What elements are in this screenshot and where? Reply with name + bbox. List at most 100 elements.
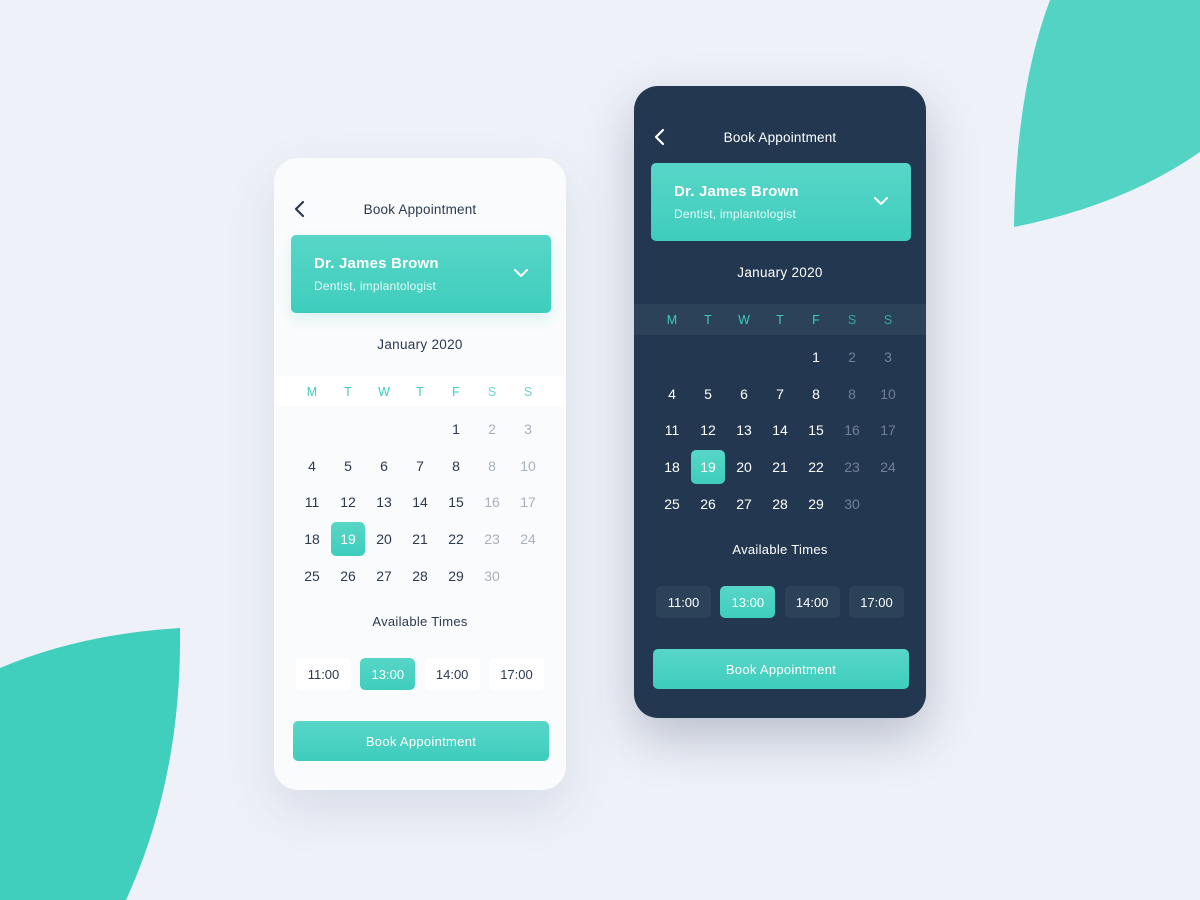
calendar-day[interactable]: 4 bbox=[294, 448, 330, 485]
calendar-day[interactable]: 14 bbox=[762, 412, 798, 449]
calendar-day[interactable]: 25 bbox=[294, 557, 330, 594]
time-slot[interactable]: 17:00 bbox=[848, 586, 904, 618]
calendar-day[interactable]: 8 bbox=[798, 376, 834, 413]
day-number: 6 bbox=[380, 457, 388, 474]
calendar-day[interactable]: 8 bbox=[438, 448, 474, 485]
day-number: 16 bbox=[484, 494, 500, 511]
calendar-day[interactable]: 22 bbox=[438, 521, 474, 558]
calendar-day[interactable]: 22 bbox=[798, 449, 834, 486]
doctor-name: Dr. James Brown bbox=[674, 183, 799, 200]
time-slot-selected[interactable]: 13:00 bbox=[720, 586, 776, 618]
calendar-day[interactable]: 28 bbox=[762, 485, 798, 522]
day-number: 10 bbox=[520, 457, 536, 474]
time-slot[interactable]: 14:00 bbox=[424, 658, 480, 690]
day-number: 28 bbox=[772, 495, 788, 512]
day-number: 11 bbox=[664, 422, 680, 439]
chevron-left-icon[interactable] bbox=[290, 199, 310, 219]
empty-day-cell bbox=[366, 411, 402, 448]
time-slot[interactable]: 11:00 bbox=[296, 658, 351, 690]
time-slot[interactable]: 14:00 bbox=[784, 586, 840, 618]
day-number: 17 bbox=[520, 494, 536, 511]
weekday-label: S bbox=[883, 312, 893, 327]
book-appointment-button[interactable]: Book Appointment bbox=[293, 721, 549, 761]
calendar-day[interactable]: 20 bbox=[366, 521, 402, 558]
calendar-day[interactable]: 26 bbox=[690, 485, 726, 522]
calendar-day[interactable]: 13 bbox=[726, 412, 762, 449]
book-appointment-button[interactable]: Book Appointment bbox=[653, 649, 909, 689]
calendar-day-selected[interactable]: 19 bbox=[330, 521, 366, 558]
doctor-selector[interactable]: Dr. James Brown Dentist, implantologist bbox=[291, 235, 551, 313]
calendar-day[interactable]: 5 bbox=[330, 448, 366, 485]
decorative-leaf-bottom-left bbox=[0, 628, 181, 900]
day-number: 30 bbox=[844, 495, 860, 512]
time-slot[interactable]: 11:00 bbox=[656, 586, 711, 618]
day-number: 7 bbox=[416, 457, 424, 474]
day-number: 28 bbox=[412, 567, 428, 584]
weekday-header: MTWTFSS bbox=[634, 304, 926, 335]
calendar-day[interactable]: 15 bbox=[438, 484, 474, 521]
calendar-day[interactable]: 18 bbox=[294, 521, 330, 558]
calendar-day[interactable]: 5 bbox=[690, 376, 726, 413]
calendar-day[interactable]: 27 bbox=[366, 557, 402, 594]
calendar-day[interactable]: 1 bbox=[438, 411, 474, 448]
calendar-day[interactable]: 28 bbox=[402, 557, 438, 594]
time-slot[interactable]: 17:00 bbox=[488, 658, 544, 690]
weekday-label: W bbox=[738, 312, 750, 327]
day-number: 30 bbox=[484, 567, 500, 584]
empty-day-cell bbox=[690, 339, 726, 376]
doctor-specialty: Dentist, implantologist bbox=[314, 279, 436, 293]
calendar-day[interactable]: 26 bbox=[330, 557, 366, 594]
calendar-day[interactable]: 1 bbox=[798, 339, 834, 376]
calendar-day[interactable]: 6 bbox=[726, 376, 762, 413]
calendar-day: 17 bbox=[870, 412, 906, 449]
time-slot-selected[interactable]: 13:00 bbox=[360, 658, 416, 690]
calendar-day: 30 bbox=[474, 557, 510, 594]
calendar-day[interactable]: 27 bbox=[726, 485, 762, 522]
calendar-day[interactable]: 21 bbox=[762, 449, 798, 486]
decorative-leaf-top-right bbox=[1014, 0, 1200, 227]
calendar-day[interactable]: 20 bbox=[726, 449, 762, 486]
day-number: 24 bbox=[880, 459, 896, 476]
header: Book Appointment bbox=[634, 125, 926, 149]
day-number: 24 bbox=[520, 531, 536, 548]
time-slots: 11:00 13:00 14:00 17:00 bbox=[296, 658, 544, 690]
calendar-day[interactable]: 11 bbox=[294, 484, 330, 521]
chevron-left-icon[interactable] bbox=[650, 127, 670, 147]
available-times-label: Available Times bbox=[732, 542, 828, 557]
calendar-day[interactable]: 7 bbox=[402, 448, 438, 485]
calendar-day: 10 bbox=[870, 376, 906, 413]
weekday-header: MTWTFSS bbox=[274, 376, 566, 407]
day-number: 25 bbox=[664, 495, 680, 512]
doctor-specialty: Dentist, implantologist bbox=[674, 207, 796, 221]
weekday-label: S bbox=[847, 312, 857, 327]
calendar-day[interactable]: 13 bbox=[366, 484, 402, 521]
calendar-grid: 1 2 3 4 5 6 7 8 8 10 11 12 13 14 15 16 17 18 19 20 21 22 23 24 2… bbox=[294, 411, 546, 594]
calendar-day[interactable]: 14 bbox=[402, 484, 438, 521]
empty-day-cell bbox=[402, 411, 438, 448]
doctor-selector[interactable]: Dr. James Brown Dentist, implantologist bbox=[651, 163, 911, 241]
calendar-day[interactable]: 7 bbox=[762, 376, 798, 413]
calendar-day: 24 bbox=[510, 521, 546, 558]
calendar-day[interactable]: 6 bbox=[366, 448, 402, 485]
calendar-day[interactable]: 4 bbox=[654, 376, 690, 413]
day-number: 6 bbox=[740, 385, 748, 402]
calendar-day[interactable]: 21 bbox=[402, 521, 438, 558]
calendar-day[interactable]: 11 bbox=[654, 412, 690, 449]
day-number: 11 bbox=[304, 494, 320, 511]
calendar-day[interactable]: 12 bbox=[330, 484, 366, 521]
calendar-day[interactable]: 12 bbox=[690, 412, 726, 449]
weekday-label: M bbox=[306, 384, 318, 399]
calendar-day[interactable]: 18 bbox=[654, 449, 690, 486]
calendar-day[interactable]: 15 bbox=[798, 412, 834, 449]
calendar-day: 23 bbox=[834, 449, 870, 486]
day-number: 8 bbox=[488, 457, 496, 474]
calendar-day[interactable]: 29 bbox=[438, 557, 474, 594]
calendar-day: 30 bbox=[834, 485, 870, 522]
weekday-label: S bbox=[523, 384, 533, 399]
weekday-label: F bbox=[812, 312, 820, 327]
day-number: 21 bbox=[412, 531, 428, 548]
calendar-day[interactable]: 29 bbox=[798, 485, 834, 522]
calendar-day-selected[interactable]: 19 bbox=[690, 449, 726, 486]
day-number: 8 bbox=[848, 385, 856, 402]
calendar-day[interactable]: 25 bbox=[654, 485, 690, 522]
